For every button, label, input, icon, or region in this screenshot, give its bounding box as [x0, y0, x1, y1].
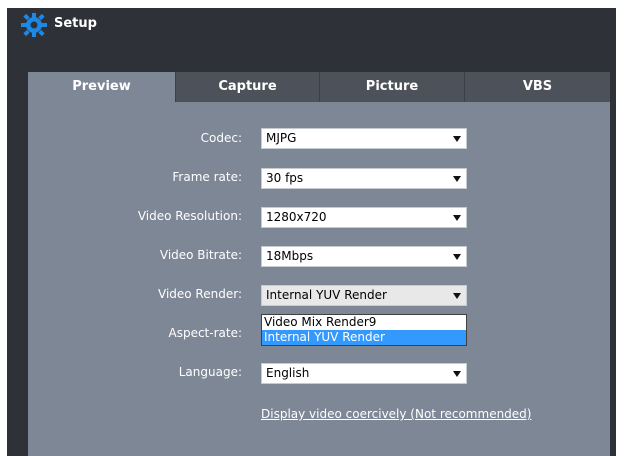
chevron-down-icon	[453, 176, 461, 182]
codec-value: MJPG	[266, 131, 297, 145]
chevron-down-icon	[453, 254, 461, 260]
tab-capture[interactable]: Capture	[175, 72, 319, 102]
language-value: English	[266, 366, 310, 380]
frame-rate-value: 30 fps	[266, 171, 304, 185]
video-render-label: Video Render:	[158, 287, 242, 301]
codec-select[interactable]: MJPG	[261, 128, 467, 149]
chevron-down-icon	[453, 215, 461, 221]
title-bar: Setup	[7, 8, 616, 40]
video-bitrate-select[interactable]: 18Mbps	[261, 246, 467, 267]
video-resolution-select[interactable]: 1280x720	[261, 207, 467, 228]
tab-preview[interactable]: Preview	[28, 72, 175, 102]
gear-icon	[21, 13, 47, 37]
video-render-option[interactable]: Video Mix Render9	[262, 315, 466, 330]
language-select[interactable]: English	[261, 363, 467, 384]
aspect-rate-label: Aspect-rate:	[168, 326, 242, 340]
video-bitrate-value: 18Mbps	[266, 249, 314, 263]
window-title: Setup	[54, 16, 97, 31]
video-bitrate-label: Video Bitrate:	[159, 248, 242, 262]
setup-window: Setup Preview Capture Picture VBS Codec:…	[7, 8, 616, 456]
video-render-dropdown: Video Mix Render9 Internal YUV Render	[261, 314, 467, 346]
settings-panel: Preview Capture Picture VBS Codec: MJPG …	[28, 72, 610, 456]
tab-picture[interactable]: Picture	[319, 72, 464, 102]
frame-rate-select[interactable]: 30 fps	[261, 168, 467, 189]
language-label: Language:	[178, 365, 242, 379]
video-resolution-value: 1280x720	[266, 210, 327, 224]
video-render-value: Internal YUV Render	[266, 288, 387, 302]
codec-label: Codec:	[200, 131, 242, 145]
chevron-down-icon	[453, 371, 461, 377]
chevron-down-icon	[453, 293, 461, 299]
video-render-option-selected[interactable]: Internal YUV Render	[262, 330, 466, 345]
chevron-down-icon	[453, 136, 461, 142]
video-render-select[interactable]: Internal YUV Render	[261, 285, 467, 306]
frame-rate-label: Frame rate:	[172, 170, 242, 184]
tab-vbs[interactable]: VBS	[464, 72, 610, 102]
tab-bar: Preview Capture Picture VBS	[28, 72, 610, 102]
video-resolution-label: Video Resolution:	[137, 209, 242, 223]
display-coercively-link[interactable]: Display video coercively (Not recommende…	[261, 407, 531, 421]
